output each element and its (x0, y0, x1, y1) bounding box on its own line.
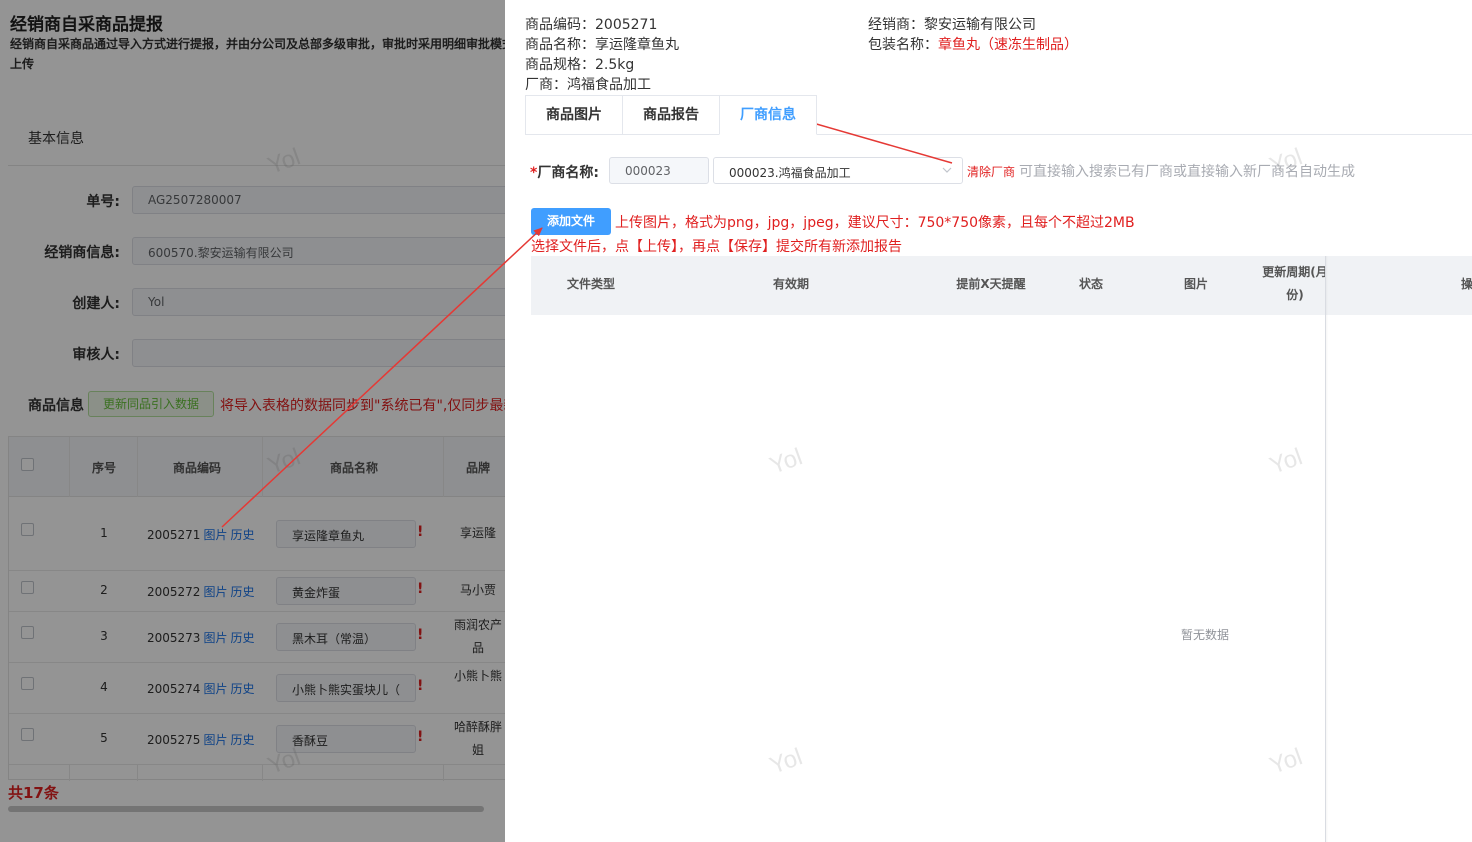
product-code-info: 商品编码：2005271 (525, 17, 658, 33)
tab-vendor-info[interactable]: 厂商信息 (719, 95, 817, 135)
col-header-update-cycle: 更新周期(月 份) (1255, 261, 1335, 307)
package-label: 包装名称： (868, 37, 938, 53)
vendor-select[interactable]: 000023.鸿福食品加工 (713, 157, 963, 184)
vendor-select-value: 000023.鸿福食品加工 (729, 166, 851, 180)
col-header-remind-days: 提前X天提醒 (956, 277, 1026, 291)
drawer-tabs: 商品图片 商品报告 厂商信息 (525, 95, 817, 135)
add-file-button[interactable]: 添加文件 (531, 208, 611, 235)
package-info: 包装名称：章鱼丸（速冻生制品） (868, 34, 1078, 54)
manufacturer-info: 厂商：鸿福食品加工 (525, 77, 651, 93)
save-instruction: 选择文件后，点【上传】，再点【保存】提交所有新添加报告 (531, 239, 902, 255)
vendor-code-field[interactable]: 000023 (609, 157, 709, 184)
col-header-validity: 有效期 (772, 277, 809, 291)
vendor-name-label-text: 厂商名称: (537, 165, 599, 181)
document-table-header: 文件类型 有效期 提前X天提醒 状态 图片 更新周期(月 份) 操 (531, 256, 1472, 315)
clear-vendor-link[interactable]: 清除厂商 (967, 163, 1015, 180)
product-spec-info: 商品规格：2.5kg (525, 57, 635, 73)
col-header-update-cycle-line1: 更新周期(月 (1262, 265, 1328, 279)
fixed-column-shadow (1325, 256, 1328, 842)
vendor-name-label: *厂商名称: (530, 162, 599, 182)
dealer-info: 经销商：黎安运输有限公司 (868, 17, 1036, 33)
tab-product-reports[interactable]: 商品报告 (622, 95, 719, 135)
package-value: 章鱼丸（速冻生制品） (938, 37, 1078, 53)
upload-instruction: 上传图片，格式为png，jpg，jpeg，建议尺寸：750*750像素，且每个不… (615, 215, 1135, 231)
product-detail-drawer: 商品编码：2005271 商品名称：享运隆章鱼丸 商品规格：2.5kg 厂商：鸿… (505, 0, 1472, 842)
product-name-info: 商品名称：享运隆章鱼丸 (525, 37, 679, 53)
empty-state-text: 暂无数据 (1181, 628, 1230, 642)
col-header-update-cycle-line2: 份) (1286, 288, 1304, 302)
modal-overlay[interactable] (0, 0, 505, 842)
tab-product-images[interactable]: 商品图片 (525, 95, 622, 135)
col-header-operation: 操 (1460, 277, 1472, 291)
col-header-image: 图片 (1183, 277, 1208, 291)
col-header-status: 状态 (1078, 277, 1103, 291)
document-table: 文件类型 有效期 提前X天提醒 状态 图片 更新周期(月 份) 操 暂无数据 (531, 256, 1472, 842)
vendor-hint: 可直接输入搜索已有厂商或直接输入新厂商名自动生成 (1019, 164, 1355, 180)
col-header-file-type: 文件类型 (566, 277, 615, 291)
chevron-down-icon (942, 167, 952, 173)
